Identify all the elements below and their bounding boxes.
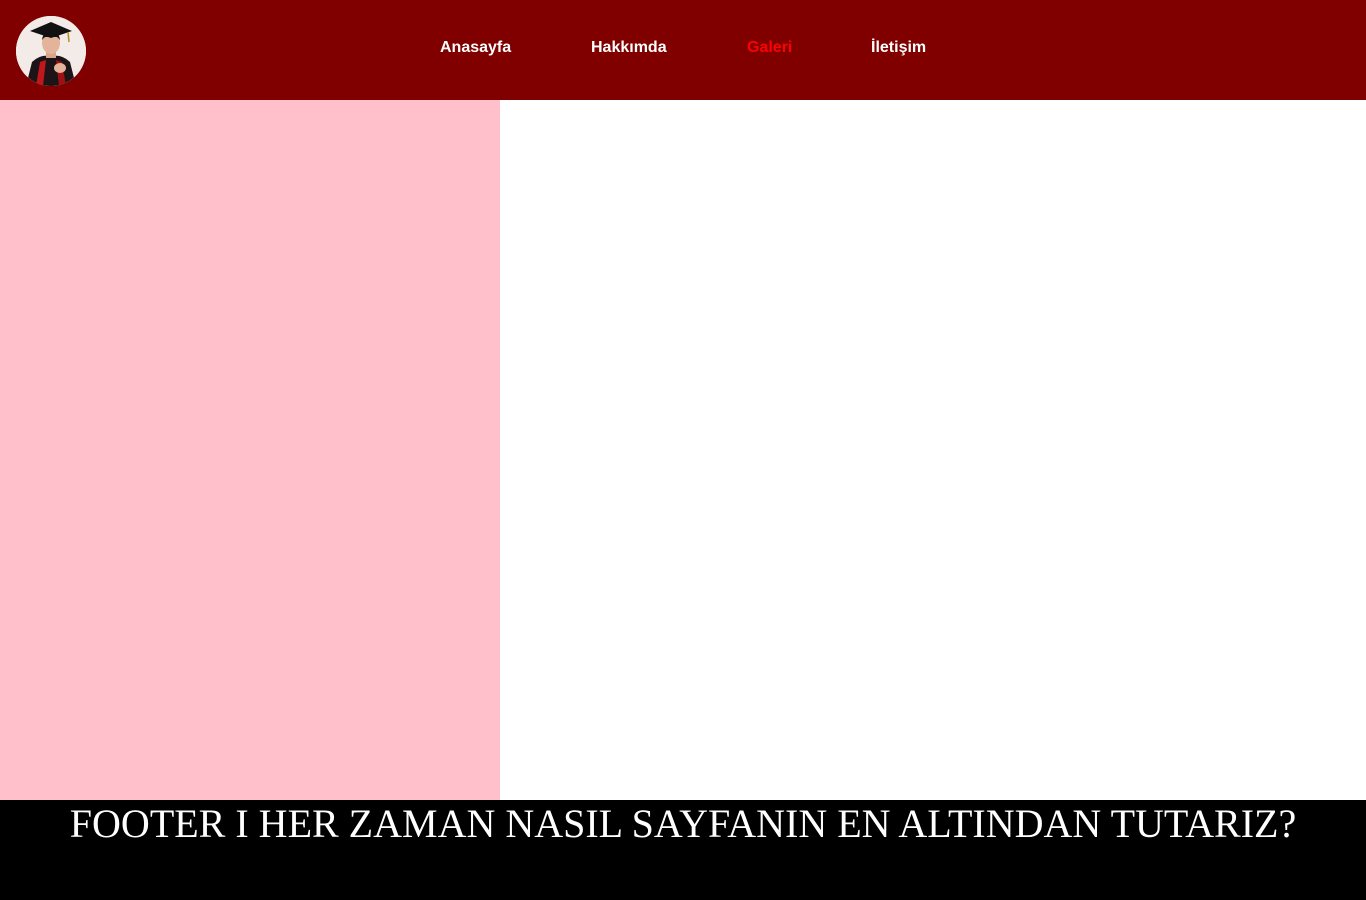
footer: FOOTER I HER ZAMAN NASIL SAYFANIN EN ALT… xyxy=(0,800,1366,900)
footer-text: FOOTER I HER ZAMAN NASIL SAYFANIN EN ALT… xyxy=(69,801,1297,846)
nav-item-hakkimda[interactable]: Hakkımda xyxy=(591,39,667,57)
nav-item-anasayfa[interactable]: Anasayfa xyxy=(440,39,511,57)
nav-item-iletisim[interactable]: İletişim xyxy=(871,39,926,57)
header-bar: Anasayfa Hakkımda Galeri İletişim xyxy=(0,0,1366,100)
nav-item-galeri[interactable]: Galeri xyxy=(747,39,792,57)
main-content xyxy=(500,100,1366,800)
sidebar-panel xyxy=(0,100,500,800)
main-nav: Anasayfa Hakkımda Galeri İletişim xyxy=(0,0,1366,100)
